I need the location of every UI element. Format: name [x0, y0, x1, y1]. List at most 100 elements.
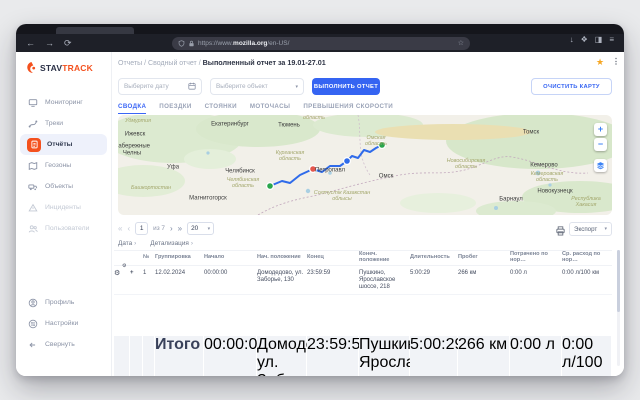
sidebar-item-geozones[interactable]: Геозоны — [20, 155, 107, 176]
bookmark-star-icon[interactable]: ☆ — [458, 39, 464, 47]
screenshot-icon[interactable]: ❖ — [581, 36, 588, 44]
row-settings-icon[interactable]: ⚙⚙ — [114, 266, 130, 294]
page-number-input[interactable]: 1 — [135, 222, 148, 235]
sidebar-item-users[interactable]: Пользователи — [20, 218, 107, 239]
sidebar-item-reports[interactable]: Отчёты — [20, 134, 107, 155]
total-end-loc: Пушкино, Ярославское шоссе, 218 — [359, 336, 410, 376]
clear-map-button[interactable]: ОЧИСТИТЬ КАРТУ — [531, 78, 612, 95]
cell-end: 23:59:59 — [307, 266, 359, 294]
total-norm-rate: 0:00 л/100 км — [562, 336, 612, 376]
cell-num: 1 — [143, 266, 155, 294]
cell-start: 00:00:00 — [204, 266, 257, 294]
cell-norm-spent: 0:00 л — [510, 266, 562, 294]
tab-engine-hours[interactable]: МОТОЧАСЫ — [250, 103, 290, 114]
main-panel: Отчеты / Сводный отчет / Выполненный отч… — [112, 52, 624, 376]
users-icon — [27, 223, 39, 235]
page-prev-button[interactable]: ‹ — [127, 224, 130, 233]
forward-icon[interactable]: → — [45, 39, 54, 48]
breadcrumb-path[interactable]: Отчеты / Сводный отчет / — [118, 60, 203, 67]
sort-by-date[interactable]: Дата› — [118, 240, 136, 247]
sidebar-item-collapse[interactable]: Свернуть — [20, 334, 107, 355]
browser-chrome: ← → ⟳ https://www.mozilla.org/en-US/ ☆ ↓… — [16, 24, 624, 52]
calendar-icon — [188, 82, 196, 92]
page-title: Выполненный отчет за 19.01-27.01 — [203, 58, 326, 67]
map-view[interactable]: Ижевск Набережные Челны Екатеринбург Тюм… — [118, 115, 612, 215]
chevron-right-icon: › — [191, 240, 193, 247]
page-first-button[interactable]: « — [118, 224, 122, 233]
map-city-label: Челябинск — [225, 169, 255, 176]
sort-by-detail[interactable]: Детализация› — [150, 240, 193, 247]
back-icon[interactable]: ← — [26, 39, 35, 48]
cell-end-loc: Пушкино, Ярославское шоссе, 218 — [359, 266, 410, 294]
url-bar[interactable]: https://www.mozilla.org/en-US/ ☆ — [172, 37, 470, 50]
app-content: STAVTRACK Мониторинг Треки Отчёты — [16, 52, 624, 376]
page-next-button[interactable]: › — [170, 224, 173, 233]
pip-icon[interactable]: ◨ — [595, 36, 603, 44]
logo-flame-icon — [25, 61, 38, 75]
download-icon[interactable]: ↓ — [570, 36, 574, 44]
map-region-label: Курганская область — [276, 151, 305, 163]
favorite-star-icon[interactable]: ★ — [596, 57, 604, 68]
geozones-icon — [27, 160, 39, 172]
sidebar-nav: Мониторинг Треки Отчёты Геозоны — [20, 92, 107, 239]
row-expand-icon[interactable]: + — [130, 266, 143, 294]
total-end: 23:59:59 — [307, 336, 359, 376]
table-sort-row: Дата› Детализация› — [118, 240, 193, 247]
map-region-label: Кемеровская область — [531, 172, 564, 184]
page-last-button[interactable]: » — [178, 224, 182, 233]
app-logo[interactable]: STAVTRACK — [25, 61, 93, 75]
sidebar-item-objects[interactable]: Объекты — [20, 176, 107, 197]
cell-group: 12.02.2024 — [155, 266, 204, 294]
cell-mileage: 266 км — [458, 266, 510, 294]
date-placeholder: Выберите дату — [124, 83, 169, 90]
more-options-icon[interactable]: ⋮ — [612, 57, 620, 66]
map-zoom-in-button[interactable]: + — [594, 123, 607, 136]
map-layers-button[interactable] — [594, 159, 607, 172]
menu-icon[interactable]: ≡ — [609, 36, 614, 44]
map-city-label: Екатеринбург — [211, 122, 249, 129]
tracks-icon — [27, 118, 39, 130]
map-city-label: Томск — [523, 130, 539, 137]
tab-trips[interactable]: ПОЕЗДКИ — [159, 103, 191, 114]
route-point-marker — [344, 158, 351, 165]
date-picker-input[interactable]: Выберите дату — [118, 78, 202, 95]
layers-icon — [596, 161, 605, 170]
cell-start-loc: Домодедово, ул. Заборье, 130 — [257, 266, 307, 294]
print-button[interactable] — [555, 223, 566, 241]
scrollbar-thumb[interactable] — [617, 250, 620, 312]
total-norm-spent: 0:00 л — [510, 336, 562, 376]
map-zoom-out-button[interactable]: − — [594, 138, 607, 151]
cell-norm-rate: 0:00 л/100 км — [562, 266, 612, 294]
sidebar-item-tracks[interactable]: Треки — [20, 113, 107, 134]
browser-actions: ↓ ❖ ◨ ≡ — [570, 36, 614, 44]
tab-summary[interactable]: СВОДКА — [118, 103, 146, 114]
browser-toolbar: ← → ⟳ https://www.mozilla.org/en-US/ ☆ ↓… — [16, 34, 624, 52]
map-region-label: Республика Хакасия — [571, 197, 600, 209]
tab-stops[interactable]: СТОЯНКИ — [205, 103, 237, 114]
object-select[interactable]: Выберите объект ▾ — [210, 78, 304, 95]
map-city-label: Набережные Челны — [118, 143, 150, 156]
map-city-label: Уфа — [167, 165, 179, 172]
sidebar-item-incidents[interactable]: Инциденты — [20, 197, 107, 218]
sidebar-item-profile[interactable]: Профиль — [20, 292, 107, 313]
settings-icon — [27, 318, 39, 330]
url-text: https://www.mozilla.org/en-US/ — [198, 40, 289, 47]
export-select[interactable]: Экспорт▾ — [569, 222, 612, 236]
page-size-select[interactable]: 20▾ — [187, 222, 214, 235]
collapse-arrow-icon — [27, 339, 39, 351]
incidents-icon — [27, 202, 39, 214]
reload-icon[interactable]: ⟳ — [64, 39, 72, 48]
run-report-button[interactable]: ВЫПОЛНИТЬ ОТЧЕТ — [312, 78, 380, 95]
map-city-label: Омск — [379, 174, 393, 181]
table-row[interactable]: ⚙⚙ + 1 12.02.2024 00:00:00 Домодедово, у… — [114, 266, 612, 295]
shield-icon — [178, 40, 185, 47]
reports-icon — [27, 138, 41, 152]
pagination: « ‹ 1 из 7 › » 20▾ — [118, 222, 214, 235]
sidebar-item-monitoring[interactable]: Мониторинг — [20, 92, 107, 113]
tab-speeding[interactable]: ПРЕВЫШЕНИЯ СКОРОСТИ — [303, 103, 393, 114]
sidebar-footer-nav: Профиль Настройки Свернуть — [20, 292, 107, 355]
sidebar-item-settings[interactable]: Настройки — [20, 313, 107, 334]
profile-icon — [27, 297, 39, 309]
monitoring-icon — [27, 97, 39, 109]
map-city-label: Тюмень — [278, 123, 300, 130]
